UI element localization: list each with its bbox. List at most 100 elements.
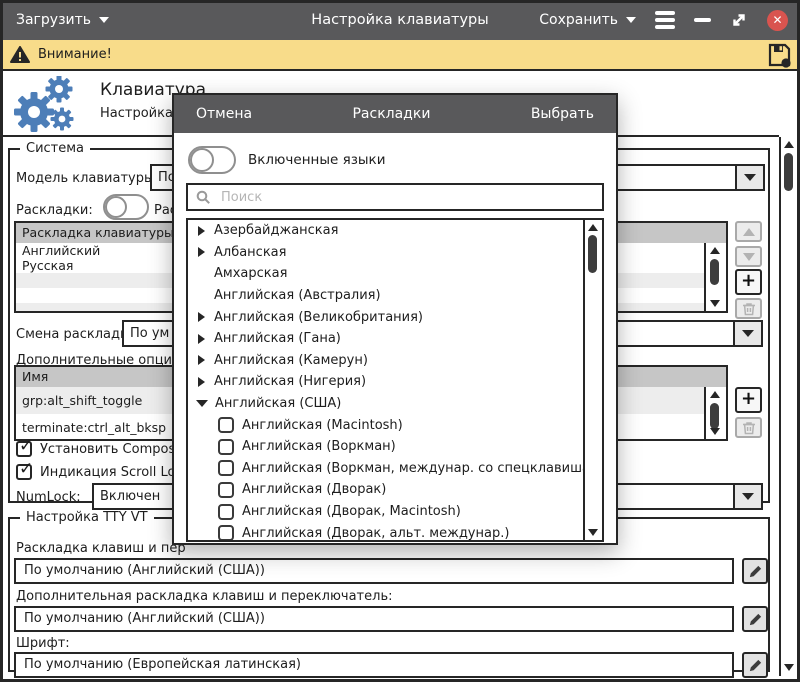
language-group-row[interactable]: Английская (Великобритания) xyxy=(188,306,602,328)
checkbox-checked-icon[interactable] xyxy=(16,441,32,457)
checkbox-unchecked-icon[interactable] xyxy=(218,482,234,498)
checkbox-unchecked-icon[interactable] xyxy=(218,504,234,520)
layout-checkbox-row[interactable]: Английская (Воркман) xyxy=(188,436,602,458)
titlebar-actions: Сохранить ✕ xyxy=(539,0,788,40)
compose-checkbox-row[interactable]: Установить Compose xyxy=(16,441,183,457)
layout-checkbox-row[interactable]: Английская (Дворак, альт. междунар.) xyxy=(188,522,602,542)
layout-table-scrollbar[interactable] xyxy=(704,243,726,311)
resize-icon[interactable] xyxy=(730,11,748,29)
expand-arrow-icon[interactable] xyxy=(198,312,205,322)
scrollbar-thumb[interactable] xyxy=(710,259,719,285)
language-label: Английская (Австралия) xyxy=(214,288,381,303)
scroll-down-icon[interactable] xyxy=(710,300,720,307)
layout-label: Английская (Дворак) xyxy=(242,482,386,497)
language-group-row[interactable]: Английская (Гана) xyxy=(188,328,602,350)
save-dropdown-button[interactable]: Сохранить xyxy=(539,12,636,28)
pencil-icon xyxy=(748,658,763,673)
options-table-scrollbar[interactable] xyxy=(704,387,726,439)
trash-icon xyxy=(742,301,756,316)
checkbox-checked-icon[interactable] xyxy=(16,464,32,480)
scrollbar-thumb[interactable] xyxy=(588,235,597,273)
layout-checkbox-row[interactable]: Английская (Дворак) xyxy=(188,479,602,501)
titlebar: Загрузить Настройка клавиатуры Сохранить… xyxy=(0,0,800,40)
minimize-icon[interactable] xyxy=(694,18,711,22)
delete-option-button[interactable] xyxy=(735,417,762,438)
toggle-knob xyxy=(190,148,214,172)
scroll-down-icon[interactable] xyxy=(588,529,598,536)
combobox-arrow-button[interactable] xyxy=(733,485,761,508)
main-scrollbar[interactable] xyxy=(779,137,797,676)
add-layout-button[interactable]: + xyxy=(735,269,762,295)
enabled-languages-label: Включенные языки xyxy=(248,152,386,168)
search-input[interactable] xyxy=(219,189,594,206)
language-label: Английская (Камерун) xyxy=(214,353,368,368)
tty-extra-keymap-value: По умолчанию (Английский (США)) xyxy=(14,606,734,632)
language-list: Азербайджанская Албанская Амхарская Англ… xyxy=(186,218,604,542)
language-group-row[interactable]: Английская (Камерун) xyxy=(188,350,602,372)
select-button[interactable]: Выбрать xyxy=(531,106,594,122)
save-label: Сохранить xyxy=(539,12,618,28)
edit-tty-font-button[interactable] xyxy=(742,652,768,678)
pencil-icon xyxy=(748,564,763,579)
pencil-icon xyxy=(748,612,763,627)
tty-keymap-label: Раскладка клавиш и пер xyxy=(16,541,186,556)
expand-arrow-icon[interactable] xyxy=(198,247,205,257)
expand-arrow-icon[interactable] xyxy=(198,355,205,365)
edit-tty-keymap-button[interactable] xyxy=(742,558,768,584)
layout-checkbox-row[interactable]: Английская (Дворак, Macintosh) xyxy=(188,501,602,523)
move-down-button[interactable] xyxy=(735,246,762,267)
menu-icon[interactable] xyxy=(655,11,675,29)
scroll-down-icon[interactable] xyxy=(710,428,720,435)
expand-arrow-icon[interactable] xyxy=(198,226,205,236)
expand-arrow-icon[interactable] xyxy=(198,377,205,387)
scrolllock-checkbox-row[interactable]: Индикация Scroll Lock xyxy=(16,464,190,480)
close-icon[interactable]: ✕ xyxy=(767,10,788,31)
language-row[interactable]: Английская (Австралия) xyxy=(188,285,602,307)
checkbox-unchecked-icon[interactable] xyxy=(218,525,234,541)
delete-layout-button[interactable] xyxy=(735,298,762,319)
scrolllock-checkbox-label: Индикация Scroll Lock xyxy=(40,465,190,480)
language-list-scrollbar[interactable] xyxy=(583,220,602,540)
scroll-up-icon[interactable] xyxy=(710,247,720,254)
language-label: Английская (Нигерия) xyxy=(214,374,366,389)
combobox-arrow-button[interactable] xyxy=(733,322,761,345)
language-group-row[interactable]: Албанская xyxy=(188,242,602,264)
scroll-up-icon[interactable] xyxy=(588,224,598,231)
expand-arrow-icon[interactable] xyxy=(198,334,205,344)
cancel-button[interactable]: Отмена xyxy=(196,106,252,122)
language-group-row-expanded[interactable]: Английская (США) xyxy=(188,393,602,415)
system-group-legend: Система xyxy=(20,141,90,156)
checkbox-unchecked-icon[interactable] xyxy=(218,417,234,433)
collapse-arrow-icon[interactable] xyxy=(196,400,208,407)
layout-checkbox-row[interactable]: Английская (Воркман, междунар. со спецкл… xyxy=(188,458,602,480)
language-label: Английская (США) xyxy=(215,396,341,411)
scrollbar-thumb[interactable] xyxy=(784,153,793,191)
checkbox-unchecked-icon[interactable] xyxy=(218,460,234,476)
save-icon[interactable] xyxy=(766,42,792,68)
chevron-down-icon xyxy=(742,330,754,337)
language-group-row[interactable]: Английская (Нигерия) xyxy=(188,371,602,393)
tty-font-value: По умолчанию (Европейская латинская) xyxy=(14,652,734,678)
scroll-up-icon[interactable] xyxy=(710,391,720,398)
search-box xyxy=(186,183,604,211)
language-row[interactable]: Амхарская xyxy=(188,263,602,285)
checkbox-unchecked-icon[interactable] xyxy=(218,439,234,455)
layout-checkbox-row[interactable]: Английская (Macintosh) xyxy=(188,414,602,436)
language-label: Албанская xyxy=(214,245,286,260)
enabled-languages-toggle[interactable] xyxy=(188,146,236,174)
move-up-button[interactable] xyxy=(735,221,762,242)
language-label: Азербайджанская xyxy=(214,223,338,238)
scrollbar-thumb[interactable] xyxy=(710,403,719,429)
edit-tty-extra-keymap-button[interactable] xyxy=(742,606,768,632)
compose-checkbox-label: Установить Compose xyxy=(40,442,183,457)
scroll-up-icon[interactable] xyxy=(784,141,794,148)
combobox-arrow-button[interactable] xyxy=(735,166,763,189)
chevron-down-icon xyxy=(744,174,756,181)
scroll-down-icon[interactable] xyxy=(784,664,794,671)
keyboard-settings-gears-icon xyxy=(10,76,76,134)
language-group-row[interactable]: Азербайджанская xyxy=(188,220,602,242)
layouts-toggle[interactable] xyxy=(103,194,149,220)
add-option-button[interactable]: + xyxy=(735,387,762,413)
warning-text: Внимание! xyxy=(38,47,112,62)
search-icon xyxy=(196,190,211,205)
